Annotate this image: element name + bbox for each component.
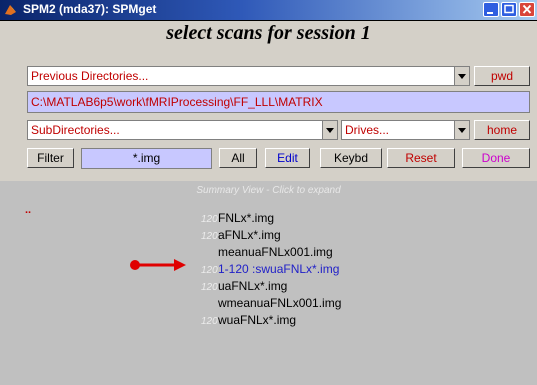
- maximize-icon[interactable]: [501, 2, 517, 17]
- window-title-bar[interactable]: SPM2 (mda37): SPMget: [0, 0, 537, 20]
- file-list-item-selected[interactable]: 1201-120 :swuaFNLx*.img: [201, 262, 339, 279]
- file-count: 120: [201, 214, 218, 225]
- file-name: wuaFNLx*.img: [218, 313, 297, 327]
- filter-input[interactable]: *.img: [81, 148, 212, 169]
- chevron-down-icon[interactable]: [322, 121, 337, 139]
- file-list-item[interactable]: 120wuaFNLx*.img: [201, 313, 296, 330]
- previous-directories-label: Previous Directories...: [31, 69, 149, 83]
- current-path-field[interactable]: C:\MATLAB6p5\work\fMRIProcessing\FF_LLL\…: [27, 91, 530, 113]
- dialog-heading: select scans for session 1: [166, 22, 371, 44]
- file-name: uaFNLx*.img: [218, 279, 288, 293]
- window-title: SPM2 (mda37): SPMget: [23, 2, 157, 16]
- chevron-down-icon[interactable]: [454, 121, 469, 139]
- file-count: 120: [201, 265, 218, 276]
- file-name: aFNLx*.img: [218, 228, 281, 242]
- chevron-down-icon[interactable]: [454, 67, 469, 85]
- file-count: 120: [201, 231, 218, 242]
- file-list-item[interactable]: 120FNLx*.img: [201, 211, 274, 228]
- file-count: 120: [201, 282, 218, 293]
- matlab-icon: [5, 5, 16, 15]
- pwd-button[interactable]: pwd: [474, 66, 530, 86]
- file-list-item[interactable]: 120uaFNLx*.img: [201, 279, 287, 296]
- done-button[interactable]: Done: [462, 148, 530, 168]
- close-icon[interactable]: [519, 2, 535, 17]
- file-list-item[interactable]: 120aFNLx*.img: [201, 228, 281, 245]
- all-button[interactable]: All: [219, 148, 257, 168]
- edit-button[interactable]: Edit: [265, 148, 310, 168]
- file-name: 1-120 :swuaFNLx*.img: [218, 262, 340, 276]
- summary-view-toggle[interactable]: Summary View - Click to expand: [0, 185, 537, 196]
- home-button[interactable]: home: [474, 120, 530, 140]
- subdirectories-label: SubDirectories...: [31, 123, 120, 137]
- file-list-item[interactable]: wmeanuaFNLx001.img: [201, 296, 341, 313]
- file-count: 120: [201, 316, 218, 327]
- red-arrow-icon: [130, 259, 186, 271]
- red-marker: ..: [25, 204, 32, 216]
- minimize-icon[interactable]: [483, 2, 499, 17]
- keybd-button[interactable]: Keybd: [320, 148, 382, 168]
- drives-dropdown[interactable]: Drives...: [341, 120, 470, 140]
- file-name: meanuaFNLx001.img: [218, 245, 333, 259]
- reset-button[interactable]: Reset: [387, 148, 455, 168]
- file-name: wmeanuaFNLx001.img: [218, 296, 342, 310]
- subdirectories-dropdown[interactable]: SubDirectories...: [27, 120, 338, 140]
- current-path-text: C:\MATLAB6p5\work\fMRIProcessing\FF_LLL\…: [31, 95, 323, 109]
- drives-label: Drives...: [345, 123, 390, 137]
- file-name: FNLx*.img: [218, 211, 275, 225]
- filter-button[interactable]: Filter: [27, 148, 74, 168]
- file-list-item[interactable]: meanuaFNLx001.img: [201, 245, 333, 262]
- previous-directories-dropdown[interactable]: Previous Directories...: [27, 66, 470, 86]
